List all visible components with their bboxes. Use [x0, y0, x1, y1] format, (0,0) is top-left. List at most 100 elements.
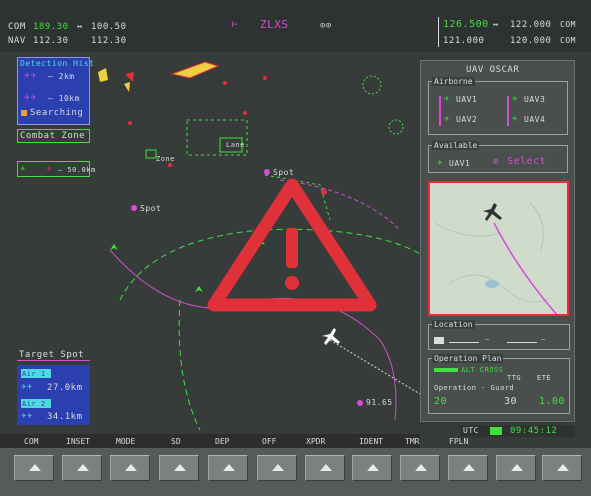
bezel-button-2[interactable]	[62, 455, 102, 481]
range-arc-green-lower	[178, 299, 201, 431]
uav1-label[interactable]: UAV1	[456, 95, 477, 105]
bezel-button-7[interactable]	[305, 455, 345, 481]
location-box: Location — —	[428, 320, 570, 350]
softkey-label-4: SD	[171, 437, 181, 446]
target-spot-list: Air 1 ✈✈ 27.0km Air 2 ✈✈ 34.1km	[17, 365, 90, 425]
threat-dot	[243, 111, 247, 115]
searching-swatch	[21, 110, 27, 116]
nav-standby-freq[interactable]: 112.30	[91, 36, 127, 46]
freq-right-2-active[interactable]: 121.000	[443, 36, 484, 46]
available-title: Available	[432, 141, 480, 150]
freq-right-1-swap[interactable]: ↔	[493, 20, 499, 30]
softkey-label-7: XPDR	[306, 437, 326, 446]
location-field-a[interactable]	[449, 342, 479, 343]
bezel-button-12[interactable]	[542, 455, 582, 481]
select-button[interactable]: Select	[507, 157, 546, 167]
legend-title: Detection Hist	[20, 59, 95, 68]
threat-dot	[263, 76, 267, 80]
heading-marker-icon: ⊢	[232, 20, 238, 30]
target-tag-1-label: Air 1	[22, 370, 46, 378]
aircraft-icon-green-1	[110, 244, 118, 250]
triangle-up-icon	[174, 464, 186, 471]
freq-right-1-active[interactable]: 126.500	[443, 20, 489, 30]
map-label-spot-2: Spot	[273, 168, 295, 177]
softkey-label-10: FPLN	[449, 437, 469, 446]
target-tag-2-label: Air 2	[22, 400, 46, 408]
softkey-label-6: OFF	[262, 437, 277, 446]
select-icon: ⊕	[493, 157, 499, 167]
location-field-b[interactable]	[507, 342, 537, 343]
operation-plan-box: Operation Plan ALT CROSS TTG ETE Operati…	[428, 354, 570, 414]
waypoint-dot	[264, 169, 270, 175]
freq-right-2-standby[interactable]: 120.000	[510, 36, 551, 46]
waypoint-dot	[357, 400, 363, 406]
nav-label: NAV	[8, 36, 26, 46]
op-value-3: 1.00	[539, 396, 566, 407]
airborne-title: Airborne	[432, 77, 475, 86]
triangle-up-icon	[511, 464, 523, 471]
op-line2: Operation - Guard	[434, 384, 515, 392]
waypoint-dot	[131, 205, 137, 211]
threat-dot	[321, 189, 327, 195]
threat-dot	[223, 81, 227, 85]
bezel-button-9[interactable]	[400, 455, 440, 481]
aircraft-pair-icon: ✈✈	[21, 382, 33, 392]
com-standby-freq[interactable]: 100.50	[91, 22, 127, 32]
uav-camera-map[interactable]	[428, 181, 569, 316]
map-label-lane: Lane	[226, 141, 245, 149]
uav-panel-title: UAV OSCAR	[466, 65, 520, 75]
freq-right-1-standby[interactable]: 122.000	[510, 20, 551, 30]
bezel-button-8[interactable]	[352, 455, 392, 481]
triangle-up-icon	[367, 464, 379, 471]
range-legend: ✈ ✈ — 50.0km	[17, 161, 95, 177]
target-2-value: 34.1km	[47, 412, 83, 422]
target-spot-header: Target Spot	[17, 349, 90, 361]
bezel-button-10[interactable]	[448, 455, 488, 481]
com-label: COM	[8, 22, 26, 32]
com-active-freq[interactable]: 189.30	[33, 22, 69, 32]
bezel-button-1[interactable]	[14, 455, 54, 481]
top-bar	[0, 0, 591, 52]
zone-marker-small	[145, 149, 157, 159]
legend-row3: Searching	[30, 108, 84, 118]
location-value-a: —	[485, 335, 490, 343]
bezel-button-4[interactable]	[159, 455, 199, 481]
aircraft-pair-icon: ✈✈	[21, 411, 33, 421]
softkey-label-5: DEP	[215, 437, 230, 446]
utc-time: 09:45:12	[510, 426, 558, 436]
aircraft-pair-icon: ✈✈	[24, 92, 38, 103]
uav2-label[interactable]: UAV2	[456, 115, 477, 125]
bezel-button-5[interactable]	[208, 455, 248, 481]
target-1-value: 27.0km	[47, 383, 83, 393]
bezel-button-6[interactable]	[257, 455, 297, 481]
threat-blob-4	[124, 82, 130, 92]
op-value-1: 20	[434, 396, 448, 407]
utc-indicator	[490, 427, 502, 435]
softkey-label-9: TMR	[405, 437, 420, 446]
aircraft-green-icon: ✈	[20, 164, 26, 174]
triangle-up-icon	[463, 464, 475, 471]
uav2-icon: ✈	[444, 114, 450, 124]
softkey-label-8: IDENT	[359, 437, 384, 446]
triangle-up-icon	[557, 464, 569, 471]
available-box: Available ✈ UAV1 ⊕ Select	[428, 141, 568, 173]
uav4-label[interactable]: UAV4	[524, 115, 545, 125]
combat-zone-box[interactable]: Combat Zone	[17, 129, 90, 143]
legend-row2: — 10km	[48, 94, 80, 103]
uav3-label[interactable]: UAV3	[524, 95, 545, 105]
nav-circle	[362, 75, 382, 95]
com-swap-arrow[interactable]: ↔	[77, 22, 83, 32]
avail-uav1-label[interactable]: UAV1	[449, 159, 470, 169]
threat-blob-1	[170, 61, 220, 79]
nav-circle-2	[388, 119, 404, 135]
location-value-b: —	[541, 335, 546, 343]
triangle-up-icon	[223, 464, 235, 471]
bezel-button-3[interactable]	[110, 455, 150, 481]
bezel-button-11[interactable]	[496, 455, 536, 481]
link-bar	[507, 96, 509, 126]
map-label-zone: Zone	[156, 155, 175, 163]
nav-active-freq[interactable]: 112.30	[33, 36, 69, 46]
op-label-ete: ETE	[537, 374, 552, 382]
uav1-icon: ✈	[444, 94, 450, 104]
triangle-up-icon	[272, 464, 284, 471]
